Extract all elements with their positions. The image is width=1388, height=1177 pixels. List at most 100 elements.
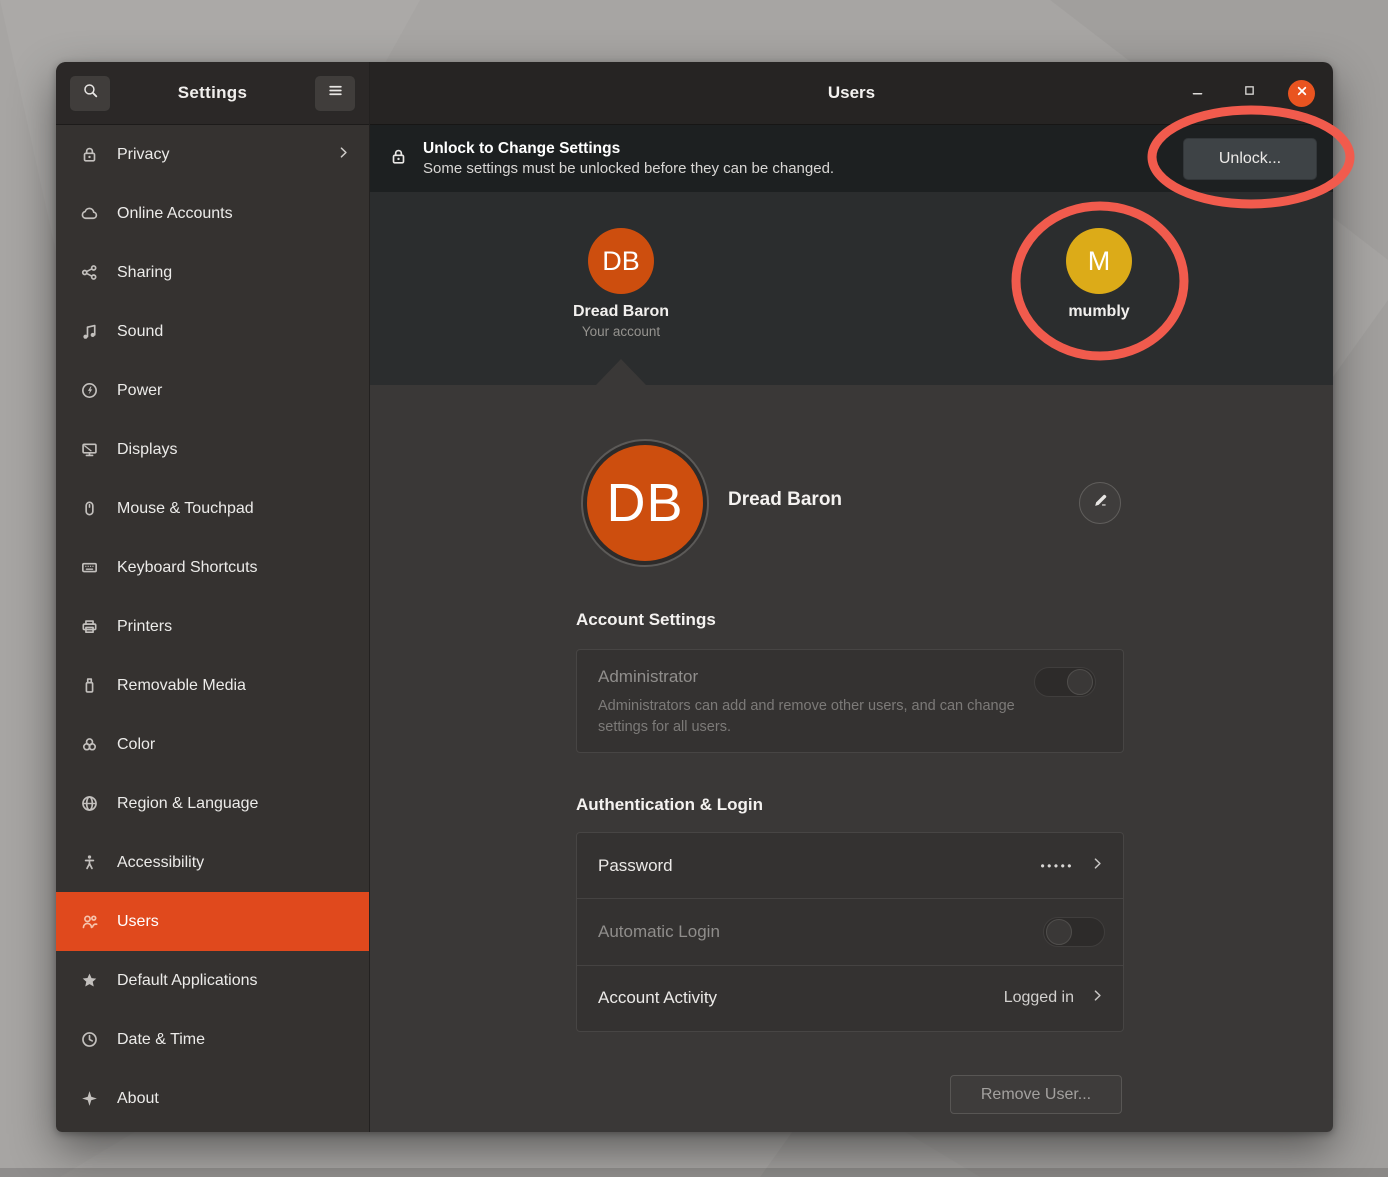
account-subtitle: Your account xyxy=(531,324,711,339)
sidebar-item-privacy[interactable]: Privacy xyxy=(56,125,369,184)
color-icon xyxy=(80,735,100,755)
settings-window: Settings Privacy Online Accounts Sharing So… xyxy=(56,62,1333,1132)
administrator-toggle[interactable] xyxy=(1034,667,1096,697)
close-button[interactable] xyxy=(1288,80,1315,107)
sidebar: Settings Privacy Online Accounts Sharing So… xyxy=(56,62,370,1132)
automatic-login-toggle[interactable] xyxy=(1043,917,1105,947)
main-panel: Users Unlock to Change Settings Some set… xyxy=(370,62,1333,1132)
account-activity-label: Account Activity xyxy=(598,988,1004,1008)
administrator-card: Administrator Administrators can add and… xyxy=(576,649,1124,753)
chevron-right-icon xyxy=(1090,988,1105,1008)
administrator-description: Administrators can add and remove other … xyxy=(598,696,1016,739)
sharing-icon xyxy=(80,263,100,283)
unlock-texts: Unlock to Change Settings Some settings … xyxy=(423,138,1183,179)
edit-name-button[interactable] xyxy=(1079,482,1121,524)
minimize-icon xyxy=(1191,84,1204,102)
sidebar-list: Privacy Online Accounts Sharing Sound Power D… xyxy=(56,125,369,1132)
menu-button[interactable] xyxy=(314,75,356,112)
automatic-login-row: Automatic Login xyxy=(577,898,1123,964)
sidebar-item-keyboard-shortcuts[interactable]: Keyboard Shortcuts xyxy=(56,538,369,597)
sidebar-item-color[interactable]: Color xyxy=(56,715,369,774)
sidebar-item-label: Keyboard Shortcuts xyxy=(117,559,258,577)
region-language-icon xyxy=(80,794,100,814)
date-time-icon xyxy=(80,1030,100,1050)
sidebar-item-label: Users xyxy=(117,913,159,931)
sidebar-header: Settings xyxy=(56,62,369,125)
profile-avatar[interactable]: DB xyxy=(583,441,707,565)
sidebar-item-about[interactable]: About xyxy=(56,1069,369,1128)
sidebar-item-default-applications[interactable]: Default Applications xyxy=(56,951,369,1010)
account-activity-value: Logged in xyxy=(1004,989,1074,1007)
account-tab-dread-baron[interactable]: DB Dread Baron Your account xyxy=(531,192,711,339)
search-button[interactable] xyxy=(69,75,111,112)
keyboard-icon xyxy=(80,558,100,578)
toggle-knob xyxy=(1067,669,1093,695)
user-details-panel: DB Dread Baron Account Settings Administ… xyxy=(370,385,1333,1132)
administrator-label: Administrator xyxy=(598,667,1099,687)
account-activity-row[interactable]: Account Activity Logged in xyxy=(577,965,1123,1031)
window-controls xyxy=(1184,62,1315,124)
sidebar-item-label: Printers xyxy=(117,618,172,636)
account-name: Dread Baron xyxy=(531,303,711,321)
about-icon xyxy=(80,1089,100,1109)
sound-icon xyxy=(80,322,100,342)
sidebar-item-label: Color xyxy=(117,736,155,754)
automatic-login-label: Automatic Login xyxy=(598,922,1043,942)
sidebar-item-displays[interactable]: Displays xyxy=(56,420,369,479)
unlock-subtitle: Some settings must be unlocked before th… xyxy=(423,159,1183,179)
password-value: ••••• xyxy=(1040,859,1074,873)
sidebar-item-label: Sound xyxy=(117,323,163,341)
profile-avatar-initials: DB xyxy=(606,472,683,534)
unlock-button[interactable]: Unlock... xyxy=(1183,138,1317,180)
privacy-icon xyxy=(80,145,100,165)
password-row[interactable]: Password ••••• xyxy=(577,833,1123,898)
minimize-button[interactable] xyxy=(1184,80,1211,107)
page-title: Users xyxy=(828,83,875,103)
auth-login-heading: Authentication & Login xyxy=(576,795,763,815)
sidebar-item-label: Accessibility xyxy=(117,854,204,872)
profile-name: Dread Baron xyxy=(728,489,842,511)
sidebar-item-label: Online Accounts xyxy=(117,205,233,223)
sidebar-item-users[interactable]: Users xyxy=(56,892,369,951)
sidebar-title: Settings xyxy=(111,83,314,103)
sidebar-item-label: Region & Language xyxy=(117,795,258,813)
account-name: mumbly xyxy=(1009,303,1189,321)
selected-account-carat xyxy=(596,359,646,385)
sidebar-item-label: Default Applications xyxy=(117,972,258,990)
chevron-right-icon xyxy=(336,145,351,165)
sidebar-item-date-time[interactable]: Date & Time xyxy=(56,1010,369,1069)
sidebar-item-removable-media[interactable]: Removable Media xyxy=(56,656,369,715)
sidebar-item-region-language[interactable]: Region & Language xyxy=(56,774,369,833)
sidebar-item-printers[interactable]: Printers xyxy=(56,597,369,656)
printers-icon xyxy=(80,617,100,637)
maximize-button[interactable] xyxy=(1236,80,1263,107)
avatar-initials: DB xyxy=(602,246,640,277)
titlebar: Users xyxy=(370,62,1333,125)
maximize-icon xyxy=(1243,84,1256,102)
accessibility-icon xyxy=(80,853,100,873)
password-label: Password xyxy=(598,856,1040,876)
unlock-banner: Unlock to Change Settings Some settings … xyxy=(370,125,1333,192)
sidebar-item-sound[interactable]: Sound xyxy=(56,302,369,361)
lock-icon xyxy=(389,147,408,171)
mouse-icon xyxy=(80,499,100,519)
user-selector-strip: DB Dread Baron Your account M mumbly xyxy=(370,192,1333,385)
pencil-icon xyxy=(1092,492,1109,514)
desktop-taskbar-edge xyxy=(0,1168,1388,1177)
sidebar-item-online-accounts[interactable]: Online Accounts xyxy=(56,184,369,243)
default-applications-icon xyxy=(80,971,100,991)
account-settings-heading: Account Settings xyxy=(576,610,716,630)
sidebar-item-label: Privacy xyxy=(117,146,169,164)
sidebar-item-accessibility[interactable]: Accessibility xyxy=(56,833,369,892)
online-accounts-icon xyxy=(80,204,100,224)
sidebar-item-power[interactable]: Power xyxy=(56,361,369,420)
account-tab-mumbly[interactable]: M mumbly xyxy=(1009,192,1189,321)
removable-media-icon xyxy=(80,676,100,696)
remove-user-button[interactable]: Remove User... xyxy=(950,1075,1122,1114)
sidebar-item-mouse-touchpad[interactable]: Mouse & Touchpad xyxy=(56,479,369,538)
sidebar-item-label: Power xyxy=(117,382,162,400)
toggle-knob xyxy=(1046,919,1072,945)
sidebar-item-sharing[interactable]: Sharing xyxy=(56,243,369,302)
hamburger-menu-icon xyxy=(327,82,344,104)
chevron-right-icon xyxy=(1090,856,1105,876)
